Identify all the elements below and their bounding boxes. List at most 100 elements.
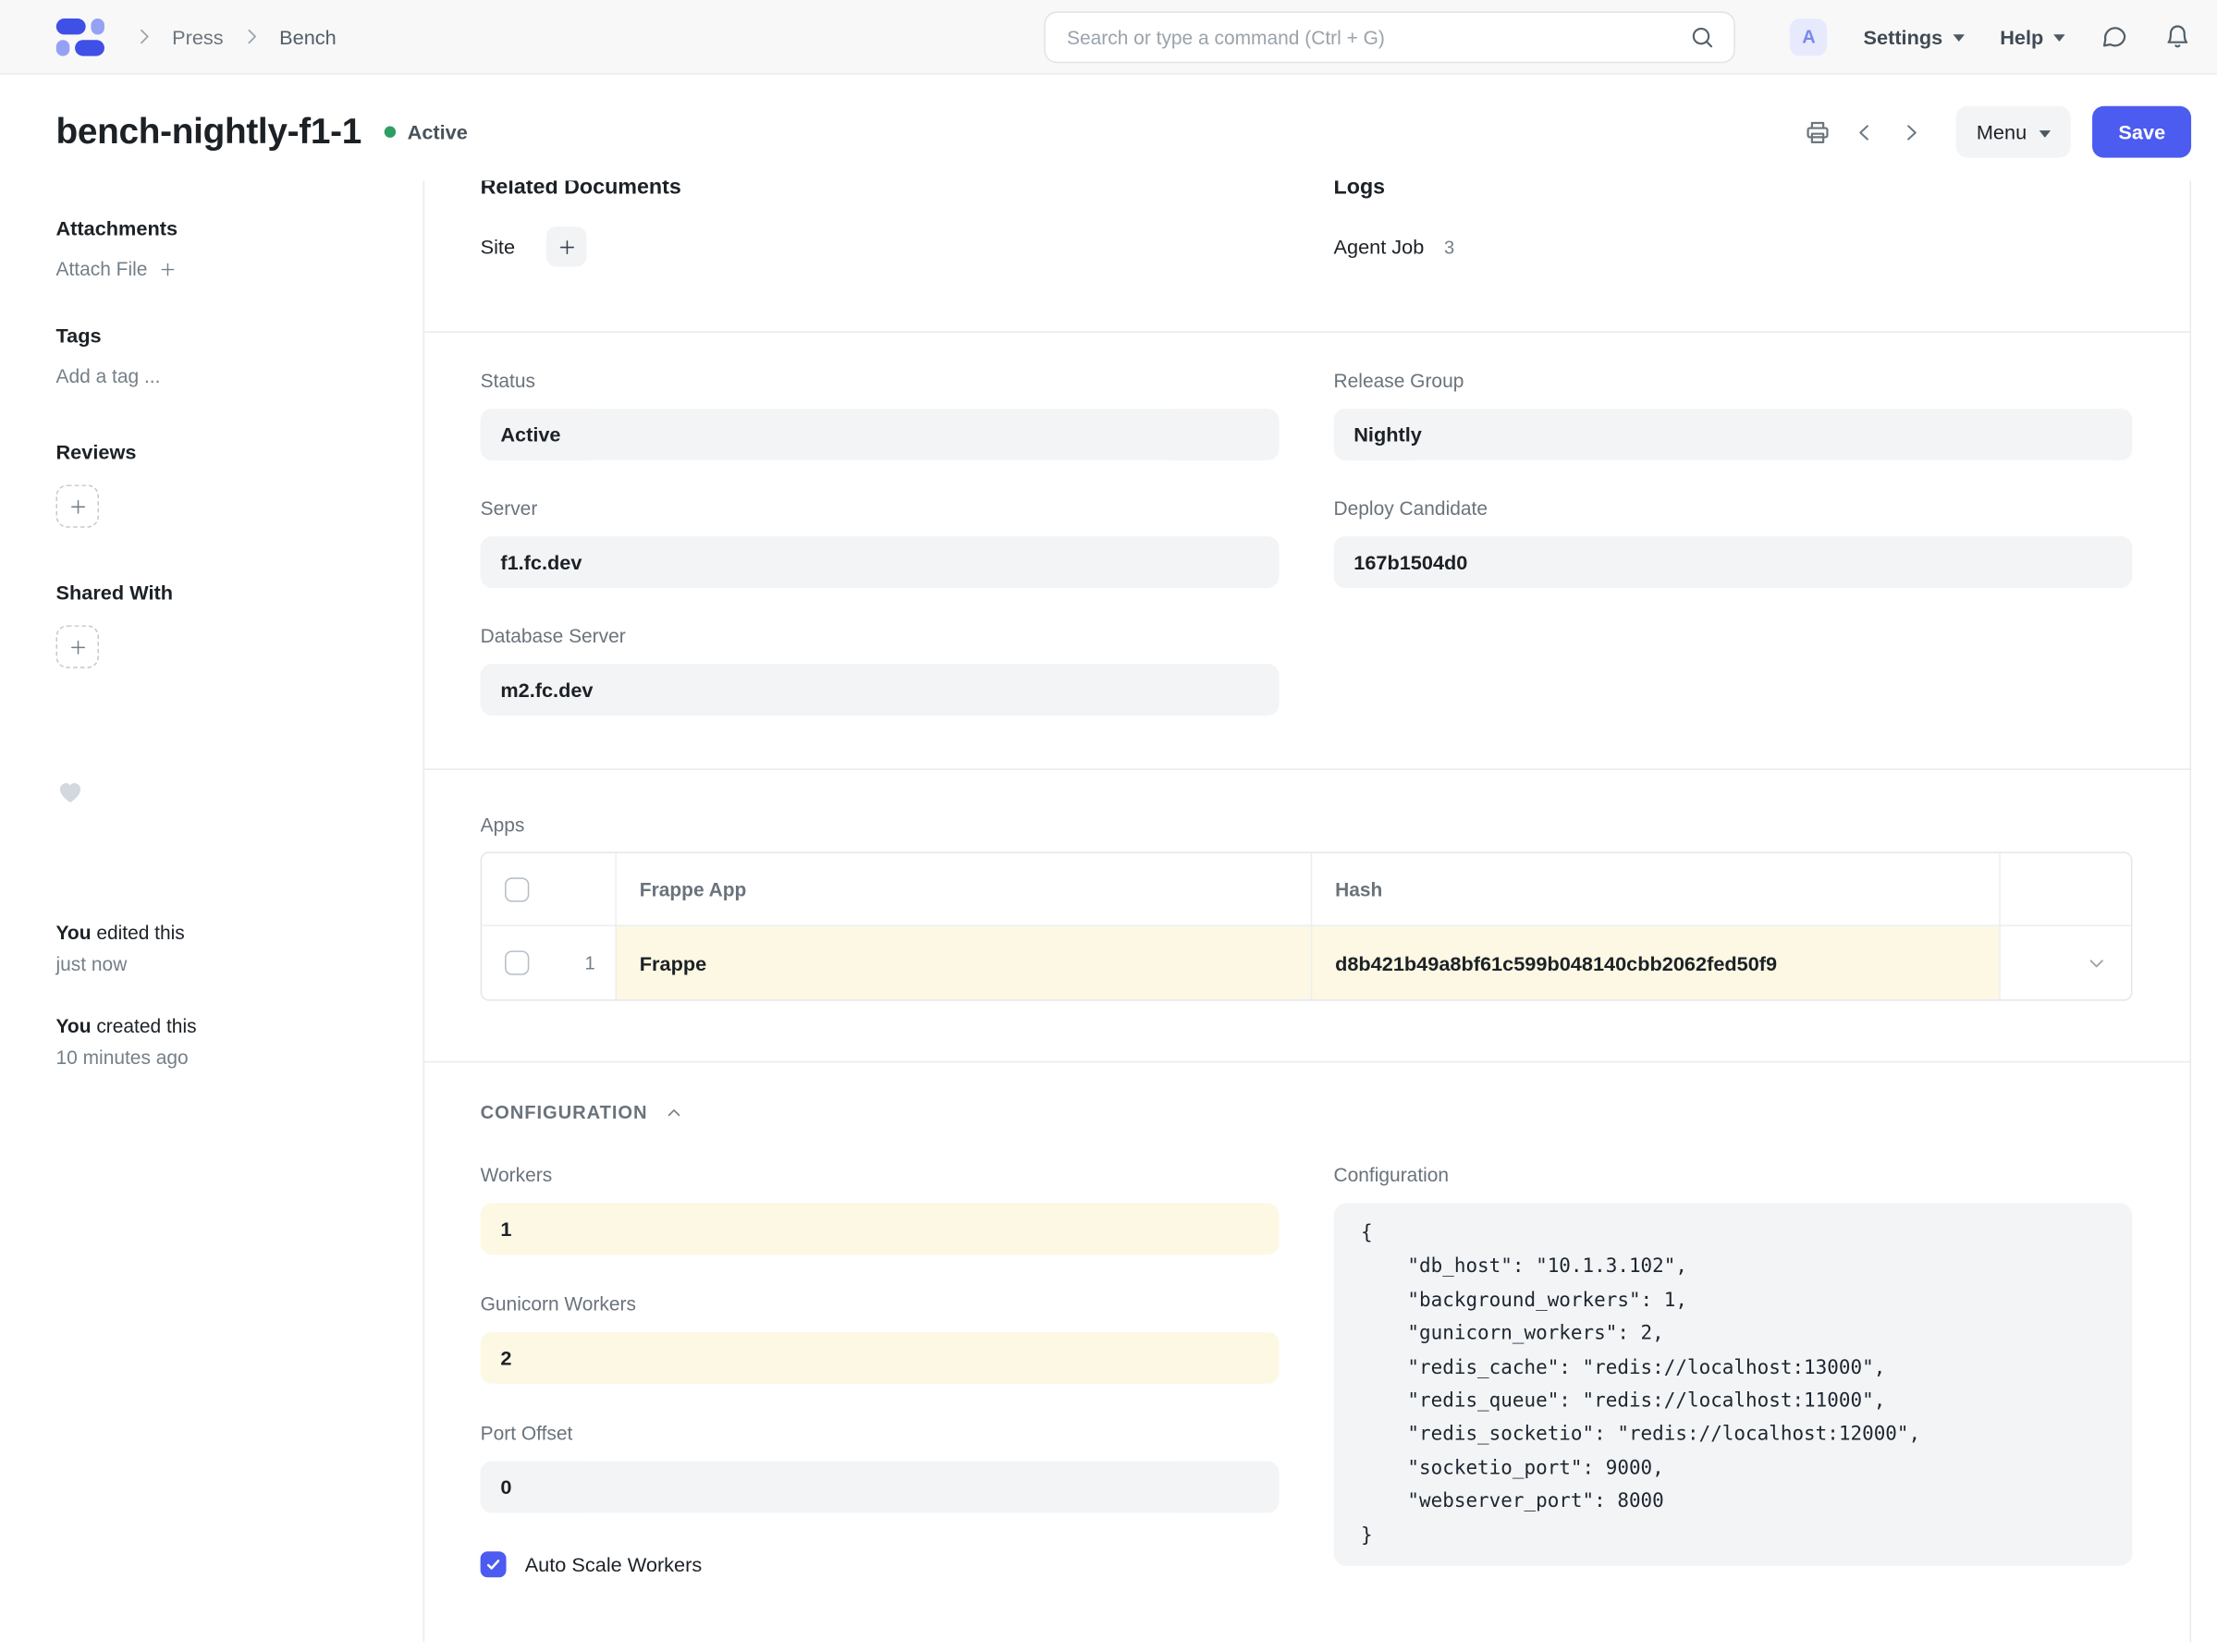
chevron-right-icon	[133, 26, 154, 47]
deploy-candidate-input[interactable]	[1334, 536, 2133, 588]
status-label: Status	[481, 370, 1280, 391]
port-offset-label: Port Offset	[481, 1423, 1280, 1444]
port-offset-field: Port Offset	[481, 1423, 1280, 1513]
server-field: Server	[481, 497, 1280, 588]
add-share-button[interactable]	[55, 625, 99, 668]
database-server-field: Database Server	[481, 625, 1280, 716]
print-icon[interactable]	[1805, 118, 1831, 145]
next-document-icon[interactable]	[1899, 120, 1923, 144]
configuration-label: Configuration	[1334, 1164, 2133, 1185]
tags-heading: Tags	[55, 324, 394, 348]
auto-scale-workers-label[interactable]: Auto Scale Workers	[525, 1553, 703, 1576]
table-row: 1 Frappe d8b421b49a8bf61c599b048140cbb20…	[482, 924, 2131, 999]
like-heart-icon[interactable]	[55, 778, 394, 805]
chevron-right-icon	[240, 26, 262, 47]
release-group-input[interactable]	[1334, 409, 2133, 460]
connections-section: Related Documents Site Logs Agent Job 3	[424, 172, 2189, 331]
chevron-up-icon	[664, 1102, 684, 1122]
agent-job-count: 3	[1444, 236, 1454, 257]
row-index: 1	[584, 952, 594, 973]
status-input[interactable]	[481, 409, 1280, 460]
auto-scale-workers-field: Auto Scale Workers	[481, 1551, 1280, 1577]
status-field: Status	[481, 370, 1280, 460]
deploy-candidate-field: Deploy Candidate	[1334, 497, 2133, 588]
configuration-section-heading: CONFIGURATION	[481, 1101, 648, 1122]
plus-icon	[557, 238, 576, 256]
configuration-section-toggle[interactable]: CONFIGURATION	[481, 1101, 2133, 1122]
notifications-bell-icon[interactable]	[2164, 23, 2191, 50]
frappe-app-cell[interactable]: Frappe	[615, 926, 1310, 999]
workers-label: Workers	[481, 1164, 1280, 1185]
caret-down-icon	[1953, 34, 1964, 42]
port-offset-input[interactable]	[481, 1462, 1280, 1513]
form-body: Related Documents Site Logs Agent Job 3	[423, 172, 2192, 1642]
gunicorn-workers-input[interactable]	[481, 1332, 1280, 1384]
settings-dropdown[interactable]: Settings	[1864, 25, 1965, 48]
database-server-input[interactable]	[481, 664, 1280, 716]
chevron-down-icon[interactable]	[2085, 951, 2108, 974]
reviews-heading: Reviews	[55, 440, 394, 463]
select-all-checkbox[interactable]	[505, 876, 529, 900]
release-group-field: Release Group	[1334, 370, 2133, 460]
agent-job-link[interactable]: Agent Job	[1334, 235, 1425, 258]
navbar-right-cluster: A Settings Help	[1790, 18, 2191, 55]
apps-table: Frappe App Hash 1 Frappe	[481, 851, 2133, 1000]
menu-button[interactable]: Menu	[1956, 106, 2071, 158]
configuration-json-code[interactable]: { "db_host": "10.1.3.102", "background_w…	[1334, 1203, 2133, 1565]
related-documents-column: Related Documents Site	[481, 175, 1280, 268]
plus-icon	[159, 261, 177, 278]
shared-with-heading: Shared With	[55, 581, 394, 604]
workers-field: Workers	[481, 1164, 1280, 1254]
add-review-button[interactable]	[55, 484, 99, 528]
caret-down-icon	[2053, 34, 2064, 42]
configuration-section: CONFIGURATION Workers Gunicorn Workers	[424, 1061, 2189, 1642]
prev-document-icon[interactable]	[1853, 120, 1877, 144]
plus-icon	[68, 637, 87, 655]
active-dot-icon	[385, 126, 396, 137]
edited-when: just now	[55, 949, 394, 981]
edited-by: You	[55, 922, 91, 943]
navbar: Press Bench A Settings Help	[0, 0, 2217, 75]
server-label: Server	[481, 497, 1280, 519]
hash-cell[interactable]: d8b421b49a8bf61c599b048140cbb2062fed50f9	[1311, 926, 2000, 999]
search-input[interactable]	[1067, 27, 1689, 48]
row-checkbox[interactable]	[505, 950, 529, 974]
add-tag-link[interactable]: Add a tag ...	[55, 366, 394, 387]
help-label: Help	[2000, 25, 2043, 48]
page-title: bench-nightly-f1-1	[55, 111, 361, 153]
user-avatar[interactable]: A	[1790, 18, 1827, 55]
menu-button-label: Menu	[1977, 120, 2027, 143]
auto-scale-workers-checkbox[interactable]	[481, 1551, 507, 1577]
add-site-button[interactable]	[546, 226, 586, 266]
page-head: bench-nightly-f1-1 Active Menu Save	[0, 75, 2217, 181]
workers-input[interactable]	[481, 1203, 1280, 1254]
site-link[interactable]: Site	[481, 235, 515, 258]
frappe-logo-icon[interactable]	[55, 17, 104, 56]
frappe-app-column-header: Frappe App	[640, 878, 747, 899]
breadcrumb-press[interactable]: Press	[172, 25, 224, 48]
created-by: You	[55, 1015, 91, 1036]
app-window: Press Bench A Settings Help	[0, 0, 2217, 1652]
document-layout: Attachments Attach File Tags Add a tag .…	[0, 172, 2217, 1642]
save-button[interactable]: Save	[2093, 106, 2192, 158]
edited-action: edited this	[91, 922, 184, 943]
attach-file-label: Attach File	[55, 258, 147, 279]
apps-section: Apps Frappe App Hash	[424, 768, 2189, 1060]
attach-file-link[interactable]: Attach File	[55, 258, 394, 279]
created-meta: You created this 10 minutes ago	[55, 1011, 394, 1074]
apps-label: Apps	[481, 814, 2133, 836]
add-tag-label: Add a tag ...	[55, 366, 160, 387]
chat-icon[interactable]	[2101, 23, 2127, 50]
created-action: created this	[91, 1015, 196, 1036]
check-icon	[484, 1556, 502, 1573]
server-input[interactable]	[481, 536, 1280, 588]
breadcrumb-bench[interactable]: Bench	[279, 25, 337, 48]
help-dropdown[interactable]: Help	[2000, 25, 2064, 48]
row-expand-cell	[1999, 926, 2131, 999]
apps-table-header: Frappe App Hash	[482, 853, 2131, 925]
details-section: Status Release Group Server Deploy Candi…	[424, 331, 2189, 768]
settings-label: Settings	[1864, 25, 1943, 48]
deploy-candidate-label: Deploy Candidate	[1334, 497, 2133, 519]
global-search[interactable]	[1044, 11, 1735, 63]
status-indicator-label: Active	[408, 120, 468, 143]
